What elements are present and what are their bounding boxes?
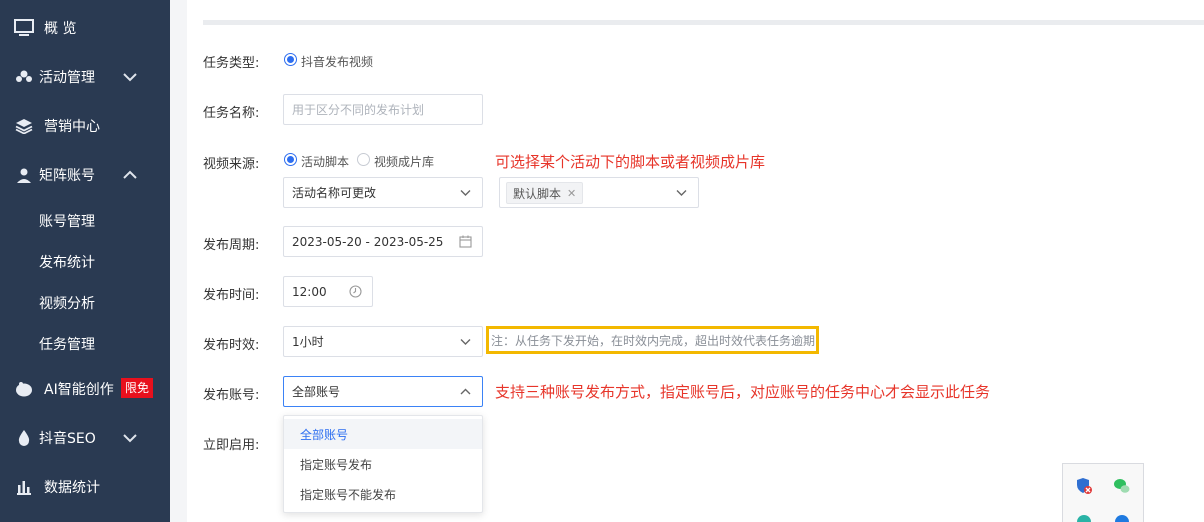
calendar-icon [459, 235, 472, 248]
tray-app-icon-2[interactable] [1113, 512, 1131, 522]
free-badge: 限免 [121, 378, 154, 398]
chevron-down-icon [459, 335, 472, 348]
sidebar-item-marketing[interactable]: 营销中心 [0, 106, 170, 146]
sidebar-item-label: 抖音SEO [39, 431, 96, 447]
close-icon[interactable]: ✕ [567, 187, 576, 200]
sidebar-subitem-label: 任务管理 [39, 337, 95, 353]
script-tag: 默认脚本 ✕ [506, 182, 584, 204]
validity-label: 发布时效: [203, 338, 260, 353]
account-note: 支持三种账号发布方式，指定账号后，对应账号的任务中心才会显示此任务 [495, 383, 991, 401]
sidebar-item-data-stats[interactable]: 数据统计 [0, 467, 170, 507]
video-source-label: 视频来源: [203, 157, 260, 172]
account-dropdown: 全部账号 指定账号发布 指定账号不能发布 [283, 415, 483, 513]
sidebar-item-overview[interactable]: 概 览 [0, 8, 170, 48]
script-select[interactable]: 默认脚本 ✕ [499, 177, 699, 208]
layers-icon [14, 116, 34, 136]
source-radio-script[interactable] [284, 153, 297, 166]
bar-chart-icon [14, 477, 34, 497]
sidebar-subitem-label: 视频分析 [39, 296, 95, 312]
validity-select[interactable]: 1小时 [283, 326, 483, 357]
sidebar-item-label: 数据统计 [44, 480, 100, 496]
sidebar: 概 览 活动管理 营销中心 矩阵账号 账号管理 发布统计 视频分析 任务管理 A… [0, 0, 170, 522]
time-label: 发布时间: [203, 288, 260, 303]
chevron-up-icon [459, 385, 472, 398]
sidebar-subitem-account-manage[interactable]: 账号管理 [0, 201, 170, 241]
time-value: 12:00 [292, 284, 327, 299]
group-icon [14, 67, 34, 87]
account-option-specified[interactable]: 指定账号发布 [284, 449, 482, 479]
validity-value: 1小时 [292, 335, 324, 349]
sidebar-item-label: 营销中心 [44, 119, 100, 135]
system-tray-popup [1062, 463, 1144, 522]
sidebar-item-activity[interactable]: 活动管理 [0, 57, 170, 97]
account-value: 全部账号 [292, 385, 341, 399]
sidebar-item-label: 活动管理 [39, 70, 95, 86]
chevron-down-icon [122, 69, 138, 85]
chat-bubble-icon [14, 379, 34, 399]
sidebar-item-ai-create[interactable]: AI智能创作 限免 [0, 369, 170, 409]
account-select[interactable]: 全部账号 [283, 376, 483, 407]
period-label: 发布周期: [203, 238, 260, 253]
enable-now-label: 立即启用: [203, 438, 260, 453]
script-tag-label: 默认脚本 [513, 186, 562, 201]
sidebar-item-label: 矩阵账号 [39, 168, 95, 184]
account-option-all[interactable]: 全部账号 [284, 419, 482, 449]
chevron-down-icon [675, 186, 688, 199]
chevron-down-icon [122, 430, 138, 446]
chevron-up-icon [122, 167, 138, 183]
validity-note: 注：从任务下发开始，在时效内完成，超出时效代表任务逾期 [486, 326, 819, 354]
task-type-option[interactable]: 抖音发布视频 [301, 53, 373, 70]
time-input[interactable]: 12:00 [283, 276, 373, 307]
source-note: 可选择某个活动下的脚本或者视频成片库 [495, 153, 766, 171]
task-type-label: 任务类型: [203, 56, 260, 71]
account-label: 发布账号: [203, 388, 260, 403]
task-type-radio[interactable] [284, 53, 297, 66]
account-option-excluded[interactable]: 指定账号不能发布 [284, 479, 482, 509]
chevron-down-icon [459, 186, 472, 199]
sidebar-subitem-task-manage[interactable]: 任务管理 [0, 324, 170, 364]
period-input[interactable]: 2023-05-20 - 2023-05-25 [283, 226, 483, 257]
wechat-icon[interactable] [1113, 477, 1131, 495]
sidebar-subitem-video-analysis[interactable]: 视频分析 [0, 283, 170, 323]
sidebar-subitem-label: 账号管理 [39, 214, 95, 230]
clock-icon [349, 285, 362, 298]
tray-app-icon[interactable] [1075, 512, 1093, 522]
activity-select[interactable]: 活动名称可更改 [283, 177, 483, 208]
monitor-icon [14, 18, 34, 38]
drop-icon [14, 428, 34, 448]
sidebar-subitem-publish-stats[interactable]: 发布统计 [0, 242, 170, 282]
shield-icon[interactable] [1075, 477, 1093, 495]
task-name-label: 任务名称: [203, 106, 260, 121]
activity-select-value: 活动名称可更改 [292, 186, 377, 200]
task-name-input[interactable]: 用于区分不同的发布计划 [283, 94, 483, 125]
source-option-script[interactable]: 活动脚本 [301, 153, 349, 170]
sidebar-item-matrix-account[interactable]: 矩阵账号 [0, 155, 170, 195]
sidebar-item-label: 概 览 [44, 21, 77, 37]
sidebar-item-label: AI智能创作 [44, 382, 114, 398]
period-value: 2023-05-20 - 2023-05-25 [292, 234, 444, 249]
source-option-library[interactable]: 视频成片库 [374, 153, 434, 170]
panel-divider [203, 20, 1204, 25]
sidebar-subitem-label: 发布统计 [39, 255, 95, 271]
source-radio-library[interactable] [357, 153, 370, 166]
sidebar-item-douyin-seo[interactable]: 抖音SEO [0, 418, 170, 458]
user-icon [14, 165, 34, 185]
